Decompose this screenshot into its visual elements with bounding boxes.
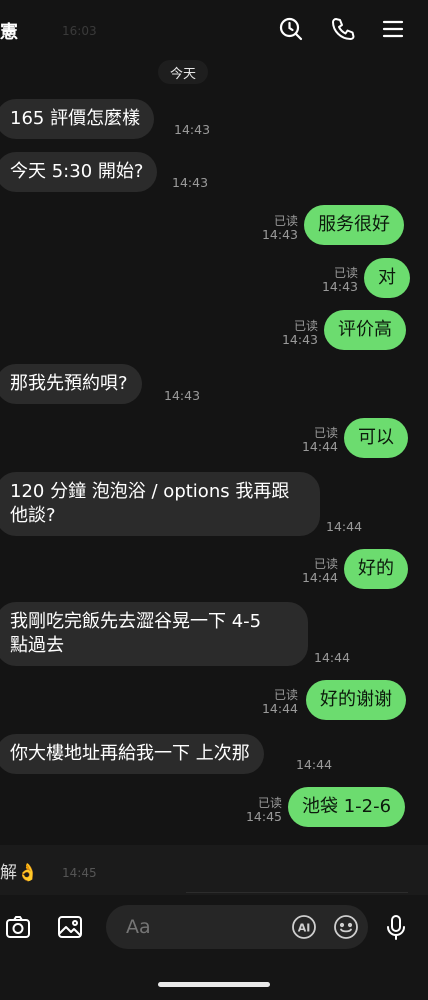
ai-icon[interactable]: AI (288, 911, 320, 943)
message-bubble-outgoing[interactable]: 好的 (344, 549, 408, 589)
chat-title[interactable]: 憲 (0, 18, 18, 44)
phone-icon[interactable] (328, 14, 358, 44)
svg-text:AI: AI (298, 922, 311, 935)
message-bubble-outgoing[interactable]: 可以 (344, 418, 408, 458)
message-bubble-outgoing[interactable]: 池袋 1-2-6 (288, 787, 406, 827)
message-bubble-outgoing[interactable]: 评价高 (324, 310, 406, 350)
reply-preview-time: 14:45 (62, 866, 97, 880)
divider (186, 892, 408, 893)
message-bubble-outgoing[interactable]: 对 (364, 258, 410, 298)
read-receipt: 已读 14:43 (281, 319, 318, 347)
read-receipt: 已读 14:43 (261, 214, 298, 242)
message-time: 14:44 (296, 757, 333, 772)
message-bubble-outgoing[interactable]: 服务很好 (304, 205, 404, 245)
read-receipt: 已读 14:43 (321, 266, 358, 294)
reply-preview-text: 解👌 (0, 863, 39, 883)
message-bubble-incoming[interactable]: 120 分鐘 泡泡浴 / options 我再跟 他談? (0, 472, 320, 536)
message-time: 14:44 (326, 519, 363, 534)
message-time: 14:44 (314, 650, 351, 665)
message-time: 14:43 (164, 388, 201, 403)
message-bubble-incoming[interactable]: 你大樓地址再給我一下 上次那 (0, 734, 264, 774)
chat-screen: 憲 16:03 今天 165 評價怎麼樣 14:43 今天 5:30 開始? 1… (0, 0, 428, 1000)
message-bubble-outgoing[interactable]: 好的谢谢 (306, 680, 406, 720)
read-receipt: 已读 14:45 (245, 796, 282, 824)
emoji-icon[interactable] (330, 911, 362, 943)
message-input[interactable] (106, 905, 368, 949)
search-icon[interactable] (276, 14, 306, 44)
read-receipt: 已读 14:44 (301, 557, 338, 585)
message-time: 14:43 (172, 175, 209, 190)
read-receipt: 已读 14:44 (261, 688, 298, 716)
message-time: 14:43 (174, 122, 211, 137)
mic-icon[interactable] (380, 911, 412, 943)
chat-header: 憲 16:03 (0, 0, 428, 60)
read-receipt: 已读 14:44 (301, 426, 338, 454)
message-bubble-incoming[interactable]: 那我先預約唄? (0, 364, 142, 404)
message-bubble-incoming[interactable]: 我剛吃完飯先去澀谷晃一下 4-5 點過去 (0, 602, 308, 666)
message-bubble-incoming[interactable]: 今天 5:30 開始? (0, 152, 158, 192)
home-indicator (158, 982, 270, 987)
image-icon[interactable] (54, 911, 86, 943)
date-separator: 今天 (158, 60, 208, 84)
menu-icon[interactable] (378, 14, 408, 44)
header-time: 16:03 (62, 24, 97, 38)
message-bubble-incoming[interactable]: 165 評價怎麼樣 (0, 99, 155, 139)
camera-icon[interactable] (2, 911, 34, 943)
